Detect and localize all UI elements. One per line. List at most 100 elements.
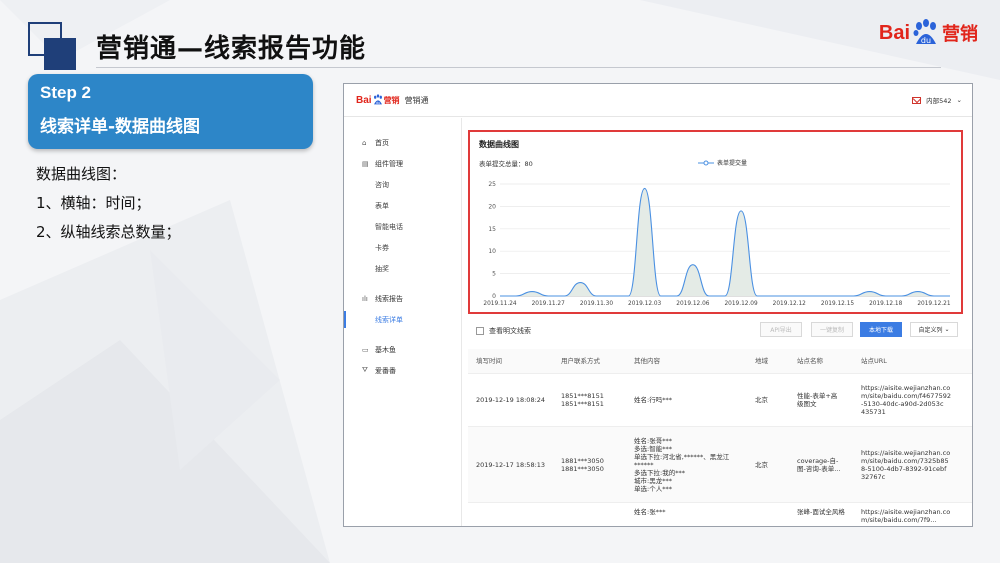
y-tick-label: 0 <box>492 293 496 300</box>
sidebar-item-lead-report[interactable]: ılı 线索报告 <box>344 288 461 309</box>
column-header[interactable]: 站点URL <box>853 357 964 365</box>
bar-chart-icon: ılı <box>362 294 368 303</box>
sidebar-item-lottery[interactable]: 抽奖 <box>344 258 461 279</box>
aifanfan-icon: ⛛ <box>362 366 368 374</box>
x-tick-label: 2019.12.12 <box>773 301 807 307</box>
step-subtitle: 线索详单-数据曲线图 <box>40 117 201 137</box>
checkbox[interactable] <box>476 327 484 335</box>
sidebar-item-smart-phone[interactable]: 智能电话 <box>344 216 461 237</box>
sidebar-nav: ⌂ 首页 ▤ 组件管理 咨询 表单 智能电话 卡券 抽奖 ılı 线索报告 线索详单 … <box>344 118 462 526</box>
x-tick-label: 2019.12.21 <box>917 301 951 307</box>
sidebar-item-aifanfan[interactable]: ⛛ 爱番番 <box>344 360 461 381</box>
local-download-button[interactable]: 本地下载 <box>860 322 902 337</box>
logo-bai-text: Bai <box>878 21 910 44</box>
cell-site: 张峰-面试全风格 <box>797 508 845 516</box>
x-tick-label: 2019.11.27 <box>532 301 566 307</box>
api-export-button[interactable]: API导出 <box>760 322 802 337</box>
logo-du-text: du <box>921 36 931 45</box>
note-line: 1、横轴：时间； <box>36 194 151 212</box>
cell-site: coverage-自- 图-咨询-表单... <box>797 456 841 473</box>
cell-other: 姓名:张哥*** 多选:智能*** 单选下拉:河北省,******、黑龙江 **… <box>634 436 730 493</box>
step-label: Step 2 <box>40 83 92 102</box>
table-row[interactable]: 姓名:张*** 张峰-面试全风格 https://aisite.wejianzh… <box>468 503 972 526</box>
sidebar-item-label: 爱番番 <box>375 366 396 375</box>
series-line <box>500 187 950 297</box>
chevron-down-icon: ⌄ <box>956 96 962 104</box>
sidebar-item-form[interactable]: 表单 <box>344 195 461 216</box>
column-header[interactable]: 站点名称 <box>789 357 853 365</box>
user-menu[interactable]: 内部542 ⌄ <box>912 95 962 105</box>
chart-total: 表单提交总量：80 <box>479 160 533 168</box>
custom-columns-label: 自定义列 <box>918 327 943 334</box>
sidebar-item-coupon[interactable]: 卡券 <box>344 237 461 258</box>
chevron-down-icon: ⌄ <box>942 326 950 333</box>
sidebar-item-jimuyu[interactable]: ▭ 基木鱼 <box>344 339 461 360</box>
cell-other: 姓名:张*** <box>634 508 666 516</box>
baidu-paw-icon: du <box>913 19 936 45</box>
cell-url[interactable]: https://aisite.wejianzhan.co m/site/baid… <box>853 508 964 524</box>
legend-line-icon <box>698 160 714 165</box>
column-header[interactable]: 其他内容 <box>626 357 747 365</box>
app-logo-du: du <box>376 101 380 105</box>
series-area <box>500 188 950 296</box>
x-tick-label: 2019.12.15 <box>821 301 855 307</box>
step-callout: Step 2 线索详单-数据曲线图 <box>28 74 313 149</box>
chart-title: 数据曲线图 <box>479 140 519 149</box>
app-logo-ying: 营销 <box>383 95 400 105</box>
x-tick-label: 2019.12.18 <box>869 301 903 307</box>
table-header: 填写时间 用户联系方式 其他内容 地域 站点名称 站点URL 派 <box>468 349 972 374</box>
lead-curve-chart[interactable]: 0 5 10 15 20 25 2019.11.24 2019.11.27 2019.11.30… <box>470 176 961 312</box>
app-logo-bai: Bai <box>356 94 372 106</box>
note-line: 数据曲线图： <box>36 165 127 183</box>
app-logo[interactable]: Bai du 营销 <box>356 94 400 106</box>
sidebar-item-label: 组件管理 <box>375 159 403 168</box>
note-line: 2、纵轴线索总数量； <box>36 223 181 241</box>
column-header[interactable]: 派 <box>964 357 972 365</box>
cell-other: 姓名:行吗*** <box>634 396 672 404</box>
sidebar-item-lead-details[interactable]: 线索详单 <box>344 309 461 330</box>
data-curve-card: 数据曲线图 表单提交总量：80 表单提交量 0 5 10 15 20 25 2019.11.… <box>468 130 963 314</box>
x-tick-label: 2019.12.06 <box>676 301 710 307</box>
chart-legend[interactable]: 表单提交量 <box>698 158 747 167</box>
sidebar-item-components[interactable]: ▤ 组件管理 <box>344 153 461 174</box>
column-header[interactable]: 填写时间 <box>468 357 553 365</box>
slide-title: 营销通—线索报告功能 <box>96 34 367 64</box>
cell-time: 2019-12-17 18:58:13 <box>476 460 546 469</box>
mail-icon[interactable] <box>912 96 922 104</box>
y-tick-label: 20 <box>488 203 496 210</box>
logo-yingxiao-text: 营销 <box>942 24 978 45</box>
table-row[interactable]: 2019-12-17 18:58:13 1881***3050 1881***3… <box>468 427 972 503</box>
one-click-copy-button[interactable]: 一键复制 <box>811 322 853 337</box>
table-row[interactable]: 2019-12-19 18:08:24 1851***8151 1851***8… <box>468 374 972 427</box>
column-header[interactable]: 用户联系方式 <box>553 357 626 365</box>
x-tick-label: 2019.12.03 <box>628 301 662 307</box>
show-plaintext-toggle[interactable]: 查看明文线索 <box>476 326 531 336</box>
x-tick-label: 2019.11.24 <box>483 301 517 307</box>
x-tick-label: 2019.11.30 <box>580 301 614 307</box>
sidebar-item-label: 线索报告 <box>375 294 403 303</box>
sidebar-item-home[interactable]: ⌂ 首页 <box>344 132 461 153</box>
column-header[interactable]: 地域 <box>747 357 789 365</box>
baidu-paw-icon: du <box>373 94 382 105</box>
home-icon: ⌂ <box>362 138 367 147</box>
app-screenshot: Bai du 营销 营销通 内部542 ⌄ ⌂ 首页 ▤ 组件管理 咨询 表单 智能… <box>343 83 973 527</box>
cell-region: 北京 <box>755 460 768 469</box>
title-decoration-fill <box>44 38 76 70</box>
cell-site: 性能-表单+高 级图文 <box>797 392 838 408</box>
x-tick-label: 2019.12.09 <box>724 301 758 307</box>
monitor-icon: ▭ <box>362 345 369 354</box>
custom-columns-dropdown[interactable]: 自定义列 ⌄ <box>910 322 958 337</box>
cell-url[interactable]: https://aisite.wejianzhan.co m/site/baid… <box>853 374 964 426</box>
sidebar-item-consult[interactable]: 咨询 <box>344 174 461 195</box>
cell-url[interactable]: https://aisite.wejianzhan.co m/site/baid… <box>853 427 964 502</box>
sidebar-item-label: 首页 <box>375 138 389 147</box>
user-name: 内部542 <box>926 97 952 105</box>
cell-region: 北京 <box>755 396 768 404</box>
baidu-marketing-logo: Bai du 营销 <box>879 18 978 48</box>
y-tick-label: 5 <box>492 271 496 278</box>
y-tick-label: 10 <box>488 248 496 255</box>
y-tick-label: 15 <box>488 226 496 233</box>
product-name: 营销通 <box>404 95 429 105</box>
cell-extra: 2 <box>964 374 972 426</box>
cell-extra: 2 <box>964 427 972 502</box>
